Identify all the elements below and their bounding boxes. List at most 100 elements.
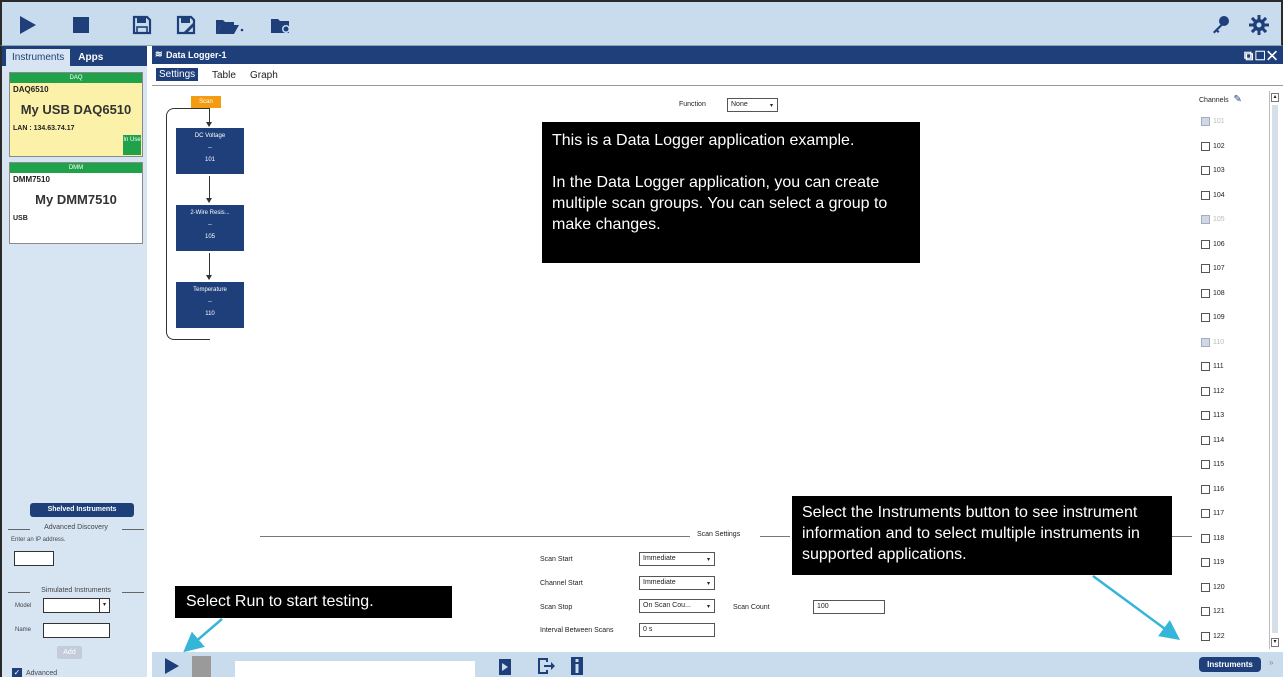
channel-label: 112 [1213,387,1225,395]
channel-checkbox-106[interactable]: 106 [1201,239,1225,249]
channel-label: 110 [1213,338,1225,346]
divider [260,536,690,537]
channel-start-label: Channel Start [540,580,583,587]
channel-label: 106 [1213,240,1225,248]
checkbox[interactable] [1201,607,1210,616]
channel-label: 107 [1213,265,1225,272]
scan-stop-value: On Scan Cou... [643,602,691,609]
pencil-icon[interactable]: ✎ [1234,94,1242,105]
interval-label: Interval Between Scans [540,627,614,634]
channel-checkbox-121[interactable]: 121 [1201,607,1225,616]
channel-checkbox-117[interactable]: 117 [1201,509,1224,518]
channel-checkbox-109[interactable]: 109 [1201,313,1225,322]
channel-checkbox-102[interactable]: 102 [1201,141,1225,151]
scroll-up-icon[interactable]: ▴ [1271,93,1279,102]
channel-checkbox-110: 110 [1201,337,1225,347]
channel-checkbox-101: 101 [1201,117,1225,126]
checkbox[interactable] [1201,166,1210,175]
channel-label: 121 [1213,608,1225,615]
checkbox[interactable] [1201,484,1210,494]
channel-checkbox-112[interactable]: 112 [1201,386,1225,396]
channels-header: Channels ✎ [1199,94,1242,105]
checkbox[interactable] [1201,533,1210,543]
channel-label: 122 [1213,632,1225,640]
checkbox[interactable] [1201,264,1210,273]
channel-label: 109 [1213,314,1225,321]
channel-scrollbar[interactable]: ▴ ▾ [1269,91,1280,649]
channel-checkbox-103[interactable]: 103 [1201,166,1225,175]
channel-label: 119 [1213,559,1225,566]
channel-checkbox-118[interactable]: 118 [1201,533,1225,543]
checkbox[interactable] [1201,558,1210,567]
channel-checkbox-111[interactable]: 111 [1201,362,1224,371]
checkbox [1201,117,1210,126]
channel-checkbox-120[interactable]: 120 [1201,582,1225,592]
scroll-thumb[interactable] [1272,105,1278,633]
channel-checkbox-113[interactable]: 113 [1201,411,1224,420]
scan-count-label: Scan Count [733,604,770,611]
scan-start-select[interactable]: Immediate ▾ [639,552,715,566]
checkbox[interactable] [1201,411,1210,420]
channel-checkbox-108[interactable]: 108 [1201,288,1225,298]
checkbox[interactable] [1201,631,1210,641]
checkbox[interactable] [1201,386,1210,396]
checkbox[interactable] [1201,313,1210,322]
checkbox[interactable] [1201,509,1210,518]
channel-label: 101 [1213,118,1225,125]
channel-label: 111 [1213,363,1224,370]
channel-checkbox-116[interactable]: 116 [1201,484,1225,494]
info-icon[interactable] [570,656,584,677]
channel-start-value: Immediate [643,579,676,586]
checkbox[interactable] [1201,435,1210,445]
checkbox[interactable] [1201,288,1210,298]
channel-label: 114 [1213,436,1225,444]
stop-icon[interactable] [192,656,211,677]
channel-label: 116 [1213,485,1225,493]
run-icon[interactable] [164,657,180,677]
channel-label: 117 [1213,510,1225,517]
scan-stop-label: Scan Stop [540,604,573,611]
chevron-down-icon: ▾ [706,557,710,563]
channel-checkbox-115[interactable]: 115 [1201,460,1224,469]
channel-checkbox-105: 105 [1201,215,1225,224]
chevron-down-icon[interactable]: » [1269,658,1273,667]
checkbox[interactable] [1201,239,1210,249]
channel-label: 103 [1213,167,1225,174]
scan-stop-select[interactable]: On Scan Cou... ▾ [639,599,715,613]
channel-label: 118 [1213,534,1225,542]
channel-label: 102 [1213,142,1225,150]
channel-checkbox-119[interactable]: 119 [1201,558,1224,567]
checkbox[interactable] [1201,190,1210,200]
channel-label: 104 [1213,191,1225,199]
bottom-bar: Instruments » [152,652,1283,677]
channel-checkbox-114[interactable]: 114 [1201,435,1225,445]
checkbox[interactable] [1201,460,1210,469]
scan-start-value: Immediate [643,555,676,562]
divider [760,536,790,537]
checkbox [1201,215,1210,224]
instruments-button[interactable]: Instruments [1199,657,1261,672]
channel-label: 108 [1213,289,1225,297]
export-icon[interactable] [498,658,512,677]
scan-count-input[interactable]: 100 [813,600,885,614]
exit-icon[interactable] [536,656,556,677]
channel-start-select[interactable]: Immediate ▾ [639,576,715,590]
divider [1172,536,1192,537]
scroll-down-icon[interactable]: ▾ [1271,638,1279,647]
checkbox[interactable] [1201,582,1210,592]
channel-label: 105 [1213,216,1225,223]
channel-checkbox-104[interactable]: 104 [1201,190,1225,200]
interval-input[interactable]: 0 s [639,623,715,637]
checkbox[interactable] [1201,362,1210,371]
channels-label: Channels [1199,97,1229,104]
status-field [235,661,475,677]
chevron-down-icon: ▾ [706,604,710,610]
scan-start-label: Scan Start [540,556,573,563]
checkbox[interactable] [1201,141,1210,151]
channel-label: 113 [1213,412,1225,419]
checkbox [1201,337,1210,347]
chevron-down-icon: ▾ [706,581,710,587]
channel-checkbox-122[interactable]: 122 [1201,631,1225,641]
channel-checkbox-107[interactable]: 107 [1201,264,1225,273]
scan-settings-heading: Scan Settings [697,531,741,538]
